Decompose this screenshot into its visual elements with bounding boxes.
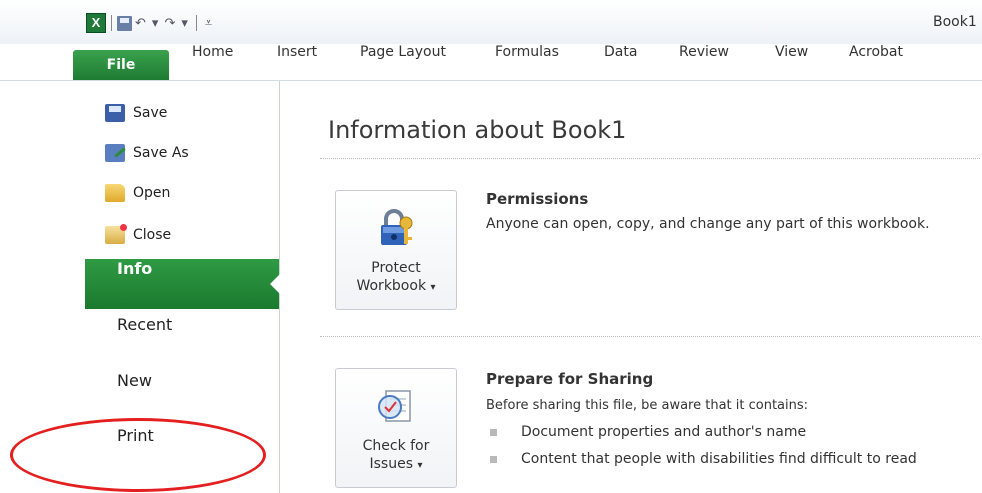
customize-qat-icon[interactable]: ⩡ — [205, 16, 212, 31]
save-icon — [105, 104, 125, 122]
dropdown-arrow-icon: ▾ — [430, 282, 436, 293]
window-title: Book1 — [933, 14, 977, 30]
tab-file[interactable]: File — [73, 50, 169, 80]
tab-formulas[interactable]: Formulas — [495, 44, 559, 80]
list-item: Document properties and author's name — [490, 424, 806, 440]
bullet-text: Content that people with disabilities fi… — [521, 451, 917, 467]
protect-workbook-line2: Workbook ▾ — [336, 277, 456, 297]
undo-dropdown-icon[interactable]: ▾ — [152, 16, 159, 31]
divider — [320, 158, 980, 159]
tab-data[interactable]: Data — [604, 44, 637, 80]
close-command[interactable]: Close — [105, 224, 171, 246]
nav-item-recent[interactable]: Recent — [85, 315, 279, 365]
protect-workbook-line1: Protect — [371, 260, 421, 276]
qat-separator — [111, 15, 112, 31]
protect-workbook-button[interactable]: Protect Workbook ▾ — [335, 190, 457, 310]
tab-page-layout[interactable]: Page Layout — [360, 44, 446, 80]
page-title: Information about Book1 — [328, 116, 627, 144]
save-label: Save — [133, 105, 168, 121]
check-for-issues-line2: Issues ▾ — [336, 455, 456, 475]
tab-review[interactable]: Review — [679, 44, 729, 80]
divider — [320, 336, 980, 337]
save-as-command[interactable]: Save As — [105, 142, 189, 164]
check-for-issues-line1: Check for — [362, 438, 430, 454]
close-folder-icon — [105, 224, 127, 244]
protect-workbook-label: Protect Workbook ▾ — [336, 259, 456, 297]
list-item: Content that people with disabilities fi… — [490, 451, 917, 467]
tab-insert[interactable]: Insert — [277, 44, 317, 80]
tab-acrobat[interactable]: Acrobat — [849, 44, 903, 80]
close-label: Close — [133, 227, 172, 243]
check-document-icon — [378, 390, 411, 422]
permissions-heading: Permissions — [486, 190, 589, 208]
dropdown-arrow-icon: ▾ — [417, 460, 423, 471]
ribbon-tabs: File Home Insert Page Layout Formulas Da… — [0, 44, 982, 81]
annotation-ellipse — [10, 418, 266, 492]
nav-item-info[interactable]: Info — [85, 259, 280, 309]
redo-dropdown-icon[interactable]: ▾ — [181, 16, 188, 31]
prepare-sharing-text: Before sharing this file, be aware that … — [486, 398, 809, 413]
open-command[interactable]: Open — [105, 182, 170, 204]
check-for-issues-button[interactable]: Check for Issues ▾ — [335, 368, 457, 488]
check-for-issues-text: Issues — [369, 456, 414, 472]
lock-key-icon — [381, 209, 413, 245]
check-for-issues-label: Check for Issues ▾ — [336, 437, 456, 475]
bullet-icon — [490, 455, 497, 463]
prepare-sharing-heading: Prepare for Sharing — [486, 370, 654, 388]
tab-home[interactable]: Home — [192, 44, 233, 80]
excel-logo-icon[interactable]: X — [86, 13, 106, 33]
save-as-label: Save As — [133, 145, 189, 161]
undo-icon[interactable]: ↶ — [135, 16, 146, 31]
save-command[interactable]: Save — [105, 102, 167, 124]
permissions-text: Anyone can open, copy, and change any pa… — [486, 216, 930, 232]
open-folder-icon — [105, 184, 125, 202]
qat-icons: X ↶ ▾ ↷ ▾ ⩡ — [86, 12, 215, 34]
open-label: Open — [133, 185, 171, 201]
tab-view[interactable]: View — [775, 44, 808, 80]
nav-item-new[interactable]: New — [85, 371, 279, 421]
save-as-icon — [105, 144, 125, 162]
bullet-text: Document properties and author's name — [521, 424, 807, 440]
quick-access-toolbar: X ↶ ▾ ↷ ▾ ⩡ Book1 — [0, 0, 982, 44]
redo-icon[interactable]: ↷ — [164, 16, 175, 31]
qat-separator — [195, 15, 197, 31]
bullet-icon — [490, 428, 497, 436]
protect-workbook-text: Workbook — [356, 278, 427, 294]
qat-save-icon[interactable] — [117, 15, 132, 31]
